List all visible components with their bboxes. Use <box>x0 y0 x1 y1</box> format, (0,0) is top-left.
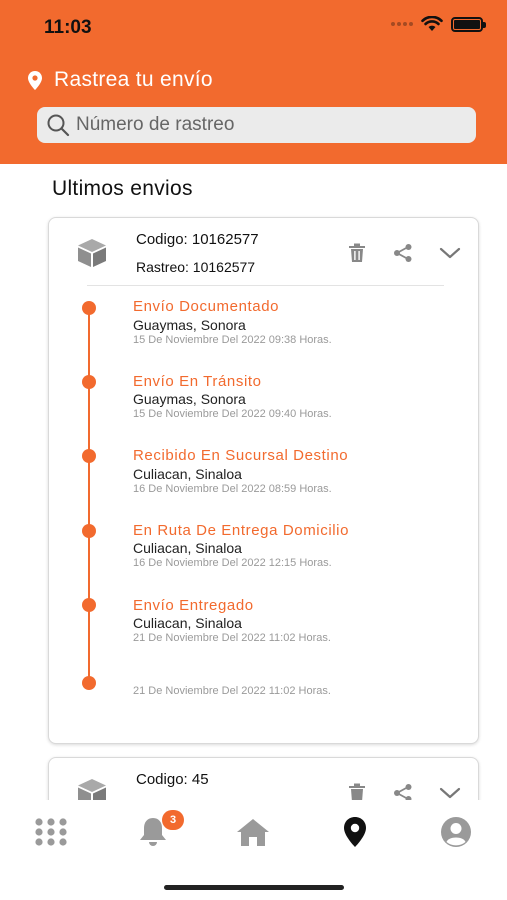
timeline-dot <box>82 598 96 612</box>
event-date: 21 De Noviembre Del 2022 11:02 Horas. <box>133 632 331 644</box>
location-pin-icon <box>28 70 42 90</box>
event-date: 15 De Noviembre Del 2022 09:40 Horas. <box>133 408 332 420</box>
notification-badge: 3 <box>162 810 184 830</box>
event-date: 21 De Noviembre Del 2022 11:02 Horas. <box>133 685 331 697</box>
map-pin-icon <box>344 817 366 847</box>
trash-icon <box>349 243 365 262</box>
event-place: Culiacan, Sinaloa <box>133 540 242 556</box>
search-input[interactable] <box>76 114 456 136</box>
title-row: Rastrea tu envío <box>28 68 213 92</box>
shipment-tracking: Rastreo: 10162577 <box>136 259 256 275</box>
event-title: Envío Documentado <box>133 298 280 315</box>
timeline-dot <box>82 676 96 690</box>
share-icon <box>394 244 412 262</box>
tab-profile[interactable] <box>436 812 476 852</box>
card-divider <box>87 285 444 286</box>
event-date: 16 De Noviembre Del 2022 08:59 Horas. <box>133 483 332 495</box>
header: 11:03 Rastrea tu envío <box>0 0 507 164</box>
page-title: Rastrea tu envío <box>54 68 213 91</box>
timeline-dot <box>82 375 96 389</box>
event-place: Culiacan, Sinaloa <box>133 615 242 631</box>
home-icon <box>237 819 269 846</box>
event-date: 16 De Noviembre Del 2022 12:15 Horas. <box>133 557 332 569</box>
event-title: Recibido En Sucursal Destino <box>133 447 349 464</box>
shipment-card: Codigo: 10162577 Rastreo: 10162577 Envío… <box>48 217 479 744</box>
timeline-dot <box>82 301 96 315</box>
grid-icon <box>35 818 67 846</box>
search-field[interactable] <box>37 107 476 143</box>
collapse-button[interactable] <box>437 242 463 264</box>
shipment-code: Codigo: 45 <box>136 771 209 788</box>
battery-icon <box>451 16 486 32</box>
event-place: Culiacan, Sinaloa <box>133 466 242 482</box>
event-title: En Ruta De Entrega Domicilio <box>133 522 350 539</box>
wifi-icon <box>421 16 443 31</box>
section-title: Ultimos envios <box>52 177 193 200</box>
profile-icon <box>441 817 471 847</box>
delete-button[interactable] <box>346 242 368 264</box>
package-icon <box>78 239 106 267</box>
share-button[interactable] <box>391 242 415 264</box>
timeline-dot <box>82 449 96 463</box>
event-title: Envío En Tránsito <box>133 373 262 390</box>
search-icon <box>47 114 70 137</box>
shipment-code: Codigo: 10162577 <box>136 231 259 248</box>
tab-home[interactable] <box>233 812 273 852</box>
event-place: Guaymas, Sonora <box>133 391 246 407</box>
chevron-down-icon <box>439 787 461 799</box>
event-title: Envío Entregado <box>133 597 254 614</box>
cellular-signal-icon <box>391 22 413 26</box>
chevron-down-icon <box>439 247 461 259</box>
event-date: 15 De Noviembre Del 2022 09:38 Horas. <box>133 334 332 346</box>
timeline-line <box>88 306 90 684</box>
home-indicator <box>164 885 344 890</box>
status-time: 11:03 <box>44 17 92 38</box>
status-icons <box>391 16 486 32</box>
timeline-dot <box>82 524 96 538</box>
tab-menu[interactable] <box>31 812 71 852</box>
tab-tracking[interactable] <box>335 812 375 852</box>
event-place: Guaymas, Sonora <box>133 317 246 333</box>
